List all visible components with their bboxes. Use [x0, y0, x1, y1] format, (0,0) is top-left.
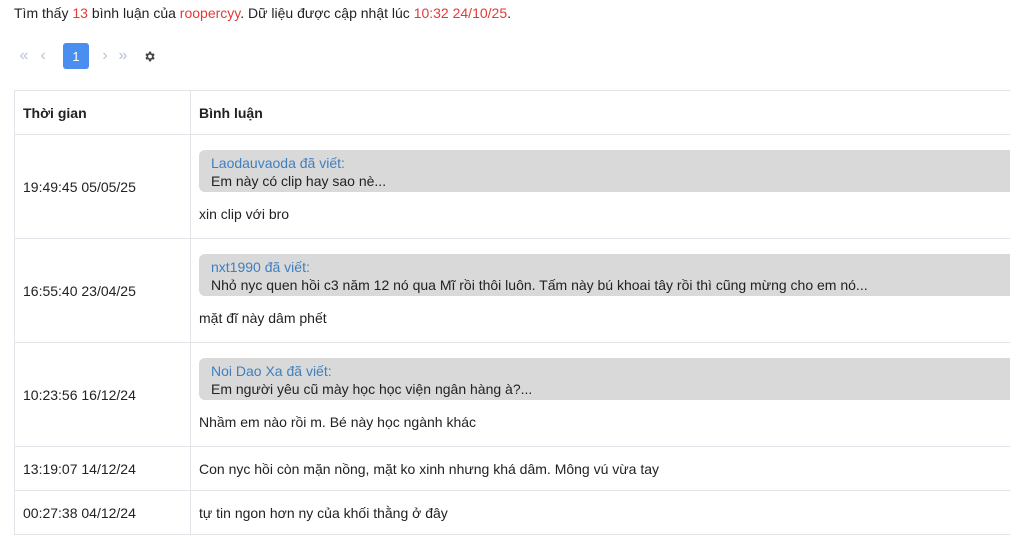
comment-time: 00:27:38 04/12/24 [14, 490, 191, 535]
comment-cell: nxt1990 đã viết: Nhỏ nyc quen hồi c3 năm… [190, 238, 1010, 343]
pagination: « ‹ 1 › » [16, 43, 157, 69]
header-comment[interactable]: Bình luận [190, 90, 1010, 135]
table-row: 00:27:38 04/12/24 tự tin ngon hơn ny của… [14, 490, 1010, 535]
updated-time: 10:32 24/10/25 [413, 5, 508, 21]
summary-mid: bình luận của [87, 5, 180, 21]
table-row: 13:19:07 14/12/24 Con nyc hồi còn mặn nồ… [14, 446, 1010, 491]
comment-text: Con nyc hồi còn mặn nồng, mặt ko xinh nh… [190, 446, 1010, 491]
next-page-button[interactable]: › [100, 47, 110, 65]
first-page-button[interactable]: « [16, 47, 32, 65]
table-row: 16:55:40 23/04/25 nxt1990 đã viết: Nhỏ n… [14, 238, 1010, 343]
comments-table: Thời gian Bình luận 19:49:45 05/05/25 La… [14, 90, 1010, 535]
quote-block: Noi Dao Xa đã viết: Em người yêu cũ mày … [199, 358, 1010, 400]
results-summary: Tìm thấy 13 bình luận của roopercyy. Dữ … [14, 4, 511, 22]
quote-block: Laodauvaoda đã viết: Em này có clip hay … [199, 150, 1010, 192]
comment-time: 19:49:45 05/05/25 [14, 134, 191, 239]
comment-cell: Laodauvaoda đã viết: Em này có clip hay … [190, 134, 1010, 239]
last-page-button[interactable]: » [115, 47, 131, 65]
quote-author[interactable]: nxt1990 đã viết: [211, 258, 1010, 276]
quote-author[interactable]: Noi Dao Xa đã viết: [211, 362, 1010, 380]
summary-suffix: . [507, 5, 511, 21]
result-count: 13 [72, 5, 88, 21]
comment-time: 13:19:07 14/12/24 [14, 446, 191, 491]
summary-mid2: . Dữ liệu được cập nhật lúc [240, 5, 414, 21]
page-1-button[interactable]: 1 [63, 43, 89, 69]
quote-text: Em này có clip hay sao nè... [211, 173, 387, 189]
comment-text: xin clip với bro [199, 206, 290, 222]
comment-text: tự tin ngon hơn ny của khối thằng ở đây [190, 490, 1010, 535]
comment-time: 16:55:40 23/04/25 [14, 238, 191, 343]
comment-cell: Noi Dao Xa đã viết: Em người yêu cũ mày … [190, 342, 1010, 447]
username: roopercyy [179, 5, 241, 21]
quote-author[interactable]: Laodauvaoda đã viết: [211, 154, 1010, 172]
table-row: 10:23:56 16/12/24 Noi Dao Xa đã viết: Em… [14, 342, 1010, 447]
header-time[interactable]: Thời gian [14, 90, 191, 135]
comment-text: Nhầm em nào rồi m. Bé này học ngành khác [199, 414, 477, 430]
summary-prefix: Tìm thấy [14, 5, 73, 21]
table-row: 19:49:45 05/05/25 Laodauvaoda đã viết: E… [14, 134, 1010, 239]
prev-page-button[interactable]: ‹ [36, 47, 50, 65]
gear-icon[interactable] [141, 48, 157, 64]
quote-text: Nhỏ nyc quen hồi c3 năm 12 nó qua Mĩ rồi… [211, 277, 868, 293]
quote-text: Em người yêu cũ mày học học viện ngân hà… [211, 381, 533, 397]
comment-time: 10:23:56 16/12/24 [14, 342, 191, 447]
quote-block: nxt1990 đã viết: Nhỏ nyc quen hồi c3 năm… [199, 254, 1010, 296]
comment-text: mặt đĩ này dâm phết [199, 310, 327, 326]
